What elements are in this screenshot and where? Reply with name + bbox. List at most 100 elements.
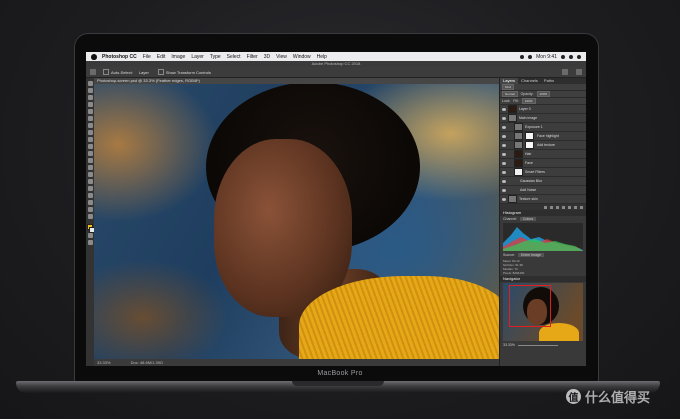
eye-icon[interactable]: [502, 179, 506, 183]
pen-tool-icon[interactable]: [87, 179, 93, 184]
menu-view[interactable]: View: [276, 54, 287, 60]
add-mask-icon[interactable]: [556, 205, 559, 209]
navigator-zoom-slider[interactable]: [517, 344, 558, 346]
layer-row[interactable]: Layer 0: [500, 105, 586, 114]
menubar-clock[interactable]: Mon 9:41: [536, 54, 557, 60]
type-tool-icon[interactable]: [87, 186, 93, 191]
eraser-tool-icon[interactable]: [87, 151, 93, 156]
workspace-icon[interactable]: [576, 69, 582, 75]
canvas-zoom-level[interactable]: 33.33%: [97, 359, 111, 366]
search-icon[interactable]: [562, 69, 568, 75]
battery-icon[interactable]: [528, 54, 533, 59]
layer-mask-thumbnail[interactable]: [525, 132, 534, 140]
layer-row[interactable]: Add texture: [500, 141, 586, 150]
notification-center-icon[interactable]: [577, 54, 581, 59]
show-transform-checkbox[interactable]: [157, 69, 164, 75]
menu-image[interactable]: Image: [171, 54, 185, 60]
layer-row[interactable]: Gaussian Blur: [500, 177, 586, 186]
eye-icon[interactable]: [502, 143, 506, 147]
siri-icon[interactable]: [569, 54, 573, 59]
layer-style-icon[interactable]: [550, 205, 553, 209]
auto-select-target-dropdown[interactable]: Layer: [139, 70, 149, 75]
move-tool-icon[interactable]: [87, 81, 93, 86]
history-brush-tool-icon[interactable]: [87, 144, 93, 149]
menu-window[interactable]: Window: [293, 54, 311, 60]
menu-filter[interactable]: Filter: [247, 54, 258, 60]
menu-select[interactable]: Select: [227, 54, 241, 60]
eye-icon[interactable]: [502, 188, 506, 192]
navigator-view-box[interactable]: [509, 285, 551, 327]
shape-tool-icon[interactable]: [87, 200, 93, 205]
color-swatches[interactable]: [87, 224, 95, 233]
blend-mode-dropdown[interactable]: Normal: [502, 91, 518, 97]
tab-paths[interactable]: Paths: [541, 78, 557, 84]
layer-row[interactable]: Texture skin: [500, 195, 586, 204]
new-layer-icon[interactable]: [574, 205, 577, 209]
dodge-tool-icon[interactable]: [87, 172, 93, 177]
healing-tool-icon[interactable]: [87, 123, 93, 128]
eye-icon[interactable]: [502, 161, 506, 165]
layer-row[interactable]: Face: [500, 159, 586, 168]
link-layers-icon[interactable]: [544, 205, 547, 209]
hand-tool-icon[interactable]: [87, 207, 93, 212]
eye-icon[interactable]: [502, 152, 506, 156]
layer-name: Gaussian Blur: [520, 179, 542, 183]
new-group-icon[interactable]: [568, 205, 571, 209]
move-tool-icon[interactable]: [90, 69, 96, 75]
clone-stamp-tool-icon[interactable]: [87, 137, 93, 142]
eye-icon[interactable]: [502, 116, 506, 120]
navigator-zoom-value[interactable]: 33.33%: [503, 343, 515, 347]
layer-row[interactable]: Exposure 1: [500, 123, 586, 132]
crop-tool-icon[interactable]: [87, 109, 93, 114]
menu-help[interactable]: Help: [317, 54, 327, 60]
eye-icon[interactable]: [502, 170, 506, 174]
layer-kind-filter[interactable]: Kind: [502, 84, 515, 90]
layer-filter-row: Kind: [500, 84, 586, 91]
zoom-tool-icon[interactable]: [87, 214, 93, 219]
navigator-preview[interactable]: [503, 283, 583, 341]
new-adjustment-icon[interactable]: [562, 205, 565, 209]
quick-mask-icon[interactable]: [87, 233, 93, 238]
auto-select-checkbox[interactable]: [103, 69, 109, 75]
menu-app-name[interactable]: Photoshop CC: [102, 54, 137, 60]
trash-icon[interactable]: [580, 205, 583, 209]
opacity-field[interactable]: 100%: [536, 91, 551, 97]
wifi-icon[interactable]: [520, 54, 525, 59]
histogram-channel-dropdown[interactable]: Colors: [520, 217, 537, 221]
layer-row[interactable]: Main image: [500, 114, 586, 123]
spotlight-search-icon[interactable]: [561, 54, 565, 59]
eye-icon[interactable]: [502, 197, 506, 201]
layer-row[interactable]: Add Noise: [500, 186, 586, 195]
screen-mode-icon[interactable]: [87, 240, 93, 245]
lasso-tool-icon[interactable]: [87, 95, 93, 100]
layer-row[interactable]: Hair: [500, 150, 586, 159]
apple-icon[interactable]: [91, 53, 97, 60]
eye-icon[interactable]: [502, 125, 506, 129]
smart-filter-mask-thumbnail[interactable]: [514, 168, 523, 176]
watermark-text: 什么值得买: [585, 390, 651, 405]
menu-file[interactable]: File: [143, 54, 151, 60]
eye-icon[interactable]: [502, 134, 506, 138]
histogram-source-dropdown[interactable]: Entire Image: [518, 253, 544, 257]
menu-type[interactable]: Type: [210, 54, 221, 60]
navigator-panel-title[interactable]: Navigator: [500, 276, 586, 282]
tab-channels[interactable]: Channels: [518, 78, 541, 84]
blur-tool-icon[interactable]: [87, 165, 93, 170]
menu-edit[interactable]: Edit: [157, 54, 166, 60]
menu-layer[interactable]: Layer: [191, 54, 204, 60]
brush-tool-icon[interactable]: [87, 130, 93, 135]
layer-mask-thumbnail[interactable]: [525, 141, 534, 149]
quick-select-tool-icon[interactable]: [87, 102, 93, 107]
blend-opacity-row: Normal Opacity: 100%: [500, 91, 586, 98]
gradient-tool-icon[interactable]: [87, 158, 93, 163]
menu-3d[interactable]: 3D: [264, 54, 270, 60]
marquee-tool-icon[interactable]: [87, 88, 93, 93]
path-select-tool-icon[interactable]: [87, 193, 93, 198]
fill-field[interactable]: 100%: [521, 98, 536, 104]
document-canvas[interactable]: [94, 84, 499, 359]
eye-icon[interactable]: [502, 107, 506, 111]
layer-row[interactable]: Smart Filters: [500, 168, 586, 177]
document-size-info[interactable]: Doc: 48.6M/1.39G: [131, 359, 163, 366]
eyedropper-tool-icon[interactable]: [87, 116, 93, 121]
layer-row[interactable]: Face highlight: [500, 132, 586, 141]
